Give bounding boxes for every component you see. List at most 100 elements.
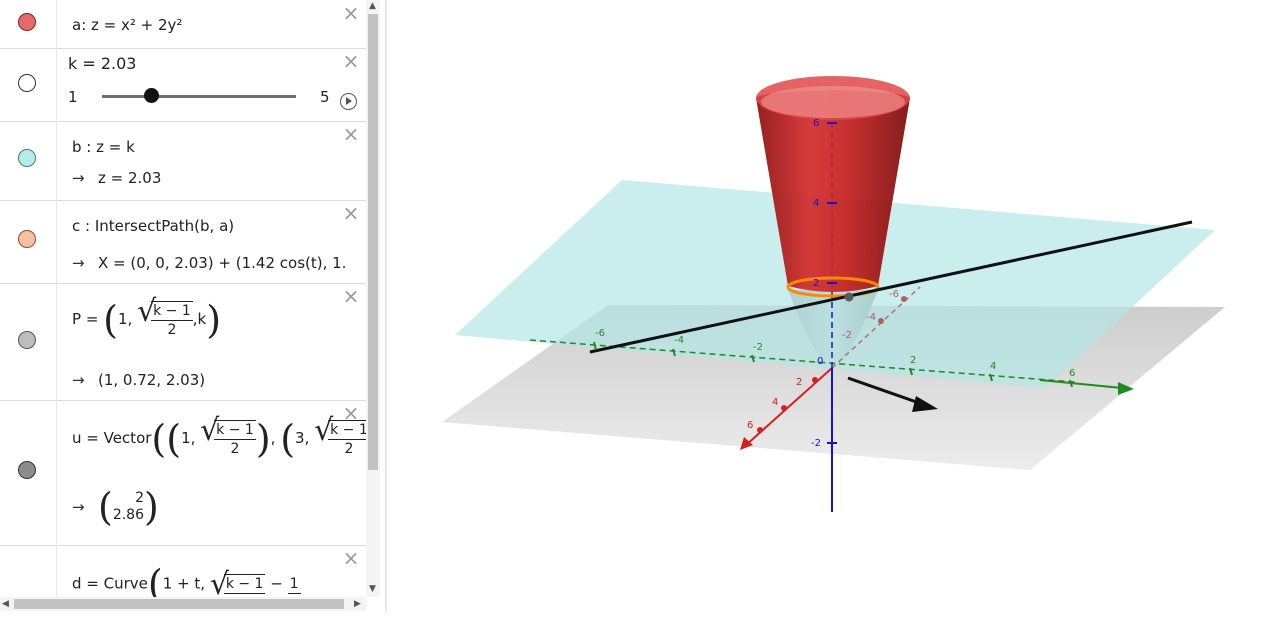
fraction: k − 1	[223, 574, 266, 594]
result-arrow-icon: →	[72, 371, 85, 389]
y-tick: -6	[595, 328, 605, 339]
y-tick: -4	[674, 335, 684, 346]
marble-column	[0, 545, 57, 597]
play-icon[interactable]	[340, 93, 357, 110]
d-lhs: d = Curve	[72, 574, 148, 593]
u-lhs: u = Vector	[72, 429, 152, 447]
row-k[interactable]: k = 2.03 1 5 ×	[0, 48, 366, 122]
value-P-text: (1, 0.72, 2.03)	[98, 371, 206, 389]
z-tick: 4	[813, 198, 819, 209]
x-tick: -6	[889, 289, 899, 300]
slider-min-label: 1	[68, 88, 78, 106]
delete-P-icon[interactable]: ×	[342, 286, 360, 306]
fraction-numerator: k − 1	[151, 303, 193, 321]
vector-x: 2	[135, 490, 144, 506]
result-arrow-icon: →	[72, 254, 85, 272]
slider-max-label: 5	[320, 88, 330, 106]
open-paren: (	[280, 416, 296, 461]
y-tick: -2	[753, 342, 763, 353]
delete-b-icon[interactable]: ×	[342, 124, 360, 144]
definition-d[interactable]: d = Curve(1 + t, √ k − 1 − 1	[72, 565, 301, 597]
paraboloid-rim-highlight	[761, 86, 905, 118]
fraction-numerator: 1	[287, 575, 301, 594]
scrollbar-thumb[interactable]	[14, 599, 344, 609]
u-second: 3,	[295, 429, 310, 447]
scrollbar-thumb[interactable]	[368, 14, 378, 470]
delete-d-icon[interactable]: ×	[342, 548, 360, 568]
algebra-view: a: z = x² + 2y² × k = 2.03 1 5 × b : z =…	[0, 0, 380, 613]
definition-a[interactable]: a: z = x² + 2y²	[72, 16, 182, 34]
fraction: k − 12	[214, 420, 256, 457]
scroll-down-icon[interactable]: ▼	[369, 584, 376, 594]
visibility-toggle-c[interactable]	[18, 230, 36, 248]
fraction-numerator: k − 1	[223, 576, 266, 594]
vector-y: 2.86	[112, 507, 144, 523]
definition-c[interactable]: c : IntersectPath(b, a)	[72, 217, 234, 235]
row-b[interactable]: b : z = k → z = 2.03 ×	[0, 121, 366, 201]
slider-track-k[interactable]	[102, 95, 296, 98]
visibility-toggle-u[interactable]	[18, 461, 36, 479]
marble-column	[0, 0, 57, 48]
P-last: ,k	[192, 310, 207, 328]
visibility-toggle-a[interactable]	[18, 13, 36, 31]
visibility-toggle-P[interactable]	[18, 331, 36, 349]
marble-column	[0, 48, 57, 121]
definition-P[interactable]: P = (1, √ k − 1 2 ,k)	[72, 294, 222, 342]
y-tick: 2	[910, 355, 916, 366]
P-lhs: P =	[72, 310, 99, 328]
x-tick: 2	[796, 377, 802, 388]
definition-u[interactable]: u = Vector((1, √ k − 1 2), (3, √ k − 12	[72, 413, 366, 461]
row-d[interactable]: d = Curve(1 + t, √ k − 1 − 1 ×	[0, 545, 366, 597]
open-paren: (	[166, 416, 182, 461]
visibility-toggle-b[interactable]	[18, 149, 36, 167]
x-tick: 6	[747, 420, 753, 431]
P-first: 1,	[118, 310, 133, 328]
marble-column	[0, 200, 57, 283]
fraction-denominator: 2	[230, 441, 240, 457]
z-tick: 2	[813, 278, 819, 289]
value-b-text: z = 2.03	[98, 169, 162, 187]
x-tick: 4	[772, 397, 778, 408]
marble-column	[0, 400, 57, 545]
marble-column	[0, 121, 57, 200]
graphics-canvas[interactable]: -6 -4 -2 2 4 6 2 4 6 -2 -4 -6 6 4 2 0 -2	[387, 0, 1280, 613]
delete-a-icon[interactable]: ×	[342, 3, 360, 23]
point-P[interactable]	[844, 292, 854, 302]
visibility-toggle-k[interactable]	[18, 74, 36, 92]
fraction: k − 12	[328, 420, 366, 457]
value-P: → (1, 0.72, 2.03)	[72, 371, 205, 389]
vector-value: 2 2.86	[113, 490, 144, 524]
vertical-scrollbar[interactable]: ▲ ▼	[366, 0, 380, 597]
delete-u-icon[interactable]: ×	[342, 403, 360, 423]
result-arrow-icon: →	[72, 169, 85, 187]
close-paren: )	[206, 297, 222, 342]
scroll-right-icon[interactable]: ▶	[354, 599, 361, 609]
graphics-3d-view[interactable]: -6 -4 -2 2 4 6 2 4 6 -2 -4 -6 6 4 2 0 -2	[387, 0, 1280, 613]
fraction: k − 12	[151, 301, 193, 338]
open-paren: (	[103, 297, 118, 342]
row-c[interactable]: c : IntersectPath(b, a) → X = (0, 0, 2.03…	[0, 200, 366, 284]
row-u[interactable]: u = Vector((1, √ k − 1 2), (3, √ k − 12 → (2…	[0, 400, 366, 546]
d-start: 1 + t,	[162, 574, 206, 593]
delete-c-icon[interactable]: ×	[342, 203, 360, 223]
value-b: → z = 2.03	[72, 169, 161, 187]
scroll-up-icon[interactable]: ▲	[369, 1, 376, 11]
delete-k-icon[interactable]: ×	[342, 51, 360, 71]
value-c: → X = (0, 0, 2.03) + (1.42 cos(t), 1.	[72, 254, 346, 272]
definition-k[interactable]: k = 2.03	[68, 54, 136, 73]
y-tick: 4	[990, 361, 996, 372]
horizontal-scrollbar[interactable]: ◀ ▶	[0, 597, 366, 611]
open-paren: (	[98, 485, 113, 529]
fraction-denominator: 2	[344, 441, 354, 457]
z-tick: 0	[817, 356, 823, 367]
sqrt: √ k − 12	[200, 413, 256, 457]
fraction: 1	[287, 575, 301, 594]
row-P[interactable]: P = (1, √ k − 1 2 ,k) → (1, 0.72, 2.03) ×	[0, 283, 366, 401]
scroll-left-icon[interactable]: ◀	[2, 599, 9, 609]
x-tick: -4	[866, 312, 876, 323]
sqrt: √ k − 12	[137, 294, 193, 338]
open-paren: (	[151, 416, 167, 461]
algebra-list: a: z = x² + 2y² × k = 2.03 1 5 × b : z =…	[0, 0, 366, 597]
definition-b[interactable]: b : z = k	[72, 138, 135, 156]
row-a[interactable]: a: z = x² + 2y² ×	[0, 0, 366, 49]
